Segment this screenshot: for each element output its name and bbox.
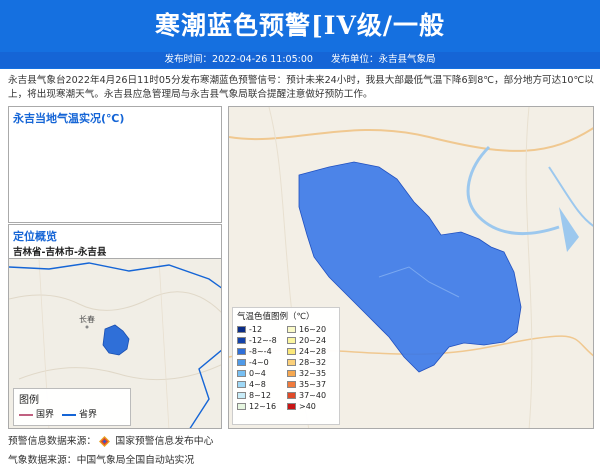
publisher: 发布单位：永吉县气象局 <box>330 54 436 65</box>
legend-swatch <box>287 347 296 355</box>
legend-item: -12~-8 <box>237 335 285 346</box>
legend-swatch <box>237 336 246 344</box>
location-panel: 定位概览 吉林省-吉林市-永吉县 <box>8 224 222 258</box>
legend-label: 4~8 <box>249 380 266 390</box>
overview-legend: 图例 国界 省界 <box>13 388 131 426</box>
legend-item: >40 <box>287 402 335 413</box>
legend-label: 28~32 <box>299 358 327 368</box>
temperature-panel: 永吉当地气温实况(℃) <box>8 106 222 223</box>
warning-title: 寒潮蓝色预警[IV级/一般 <box>154 11 446 40</box>
publish-time: 发布时间：2022-04-26 11:05:00 <box>164 54 313 65</box>
legend-provincial-border: 省界 <box>62 407 97 420</box>
city-label-changchun: 长春 <box>79 315 95 324</box>
legend-item: 32~35 <box>287 368 335 379</box>
temperature-legend-grid: -12 16~20 -12~-8 20~24 -8~-4 24~28 -4~0 28~32 0~… <box>237 324 335 412</box>
warning-source-label: 预警信息数据来源： <box>8 436 97 447</box>
warning-banner: 寒潮蓝色预警[IV级/一般 发布时间：2022-04-26 11:05:00 发… <box>0 0 600 69</box>
legend-item: 24~28 <box>287 346 335 357</box>
legend-item: 8~12 <box>237 391 285 402</box>
legend-swatch <box>287 392 296 400</box>
legend-label: -12~-8 <box>249 335 277 345</box>
legend-item: 20~24 <box>287 335 335 346</box>
legend-swatch <box>237 392 246 400</box>
temperature-panel-title: 永吉当地气温实况(℃) <box>13 112 125 125</box>
legend-swatch <box>237 370 246 378</box>
legend-item: -8~-4 <box>237 346 285 357</box>
warning-center-logo-icon <box>99 435 111 447</box>
legend-item: -12 <box>237 324 285 335</box>
location-panel-title: 定位概览 <box>13 230 57 243</box>
legend-label: -8~-4 <box>249 346 272 356</box>
legend-label: 32~35 <box>299 369 327 379</box>
legend-label: 35~37 <box>299 380 327 390</box>
warning-meta: 发布时间：2022-04-26 11:05:00 发布单位：永吉县气象局 <box>0 52 600 68</box>
overview-map[interactable]: 长春 图例 国界 省界 <box>8 258 222 429</box>
legend-label: 8~12 <box>249 391 271 401</box>
legend-item: 35~37 <box>287 379 335 390</box>
legend-label: -12 <box>249 324 263 334</box>
legend-label: 0~4 <box>249 369 266 379</box>
temperature-legend-title: 气温色值图例（℃） <box>237 312 315 322</box>
legend-swatch <box>287 370 296 378</box>
legend-swatch <box>237 347 246 355</box>
legend-label: 37~40 <box>299 391 327 401</box>
weather-source-line: 气象数据来源：中国气象局全国自动站实况 <box>8 455 195 466</box>
legend-label: 16~20 <box>299 324 327 334</box>
warning-area-map[interactable]: 气温色值图例（℃） -12 16~20 -12~-8 20~24 -8~-4 24~28-… <box>228 106 594 429</box>
legend-item: 28~32 <box>287 357 335 368</box>
legend-label: >40 <box>299 402 316 412</box>
legend-swatch <box>287 325 296 333</box>
legend-label: 20~24 <box>299 335 327 345</box>
legend-national-border: 国界 <box>19 407 54 420</box>
legend-swatch <box>237 325 246 333</box>
legend-item: -4~0 <box>237 357 285 368</box>
legend-swatch <box>237 381 246 389</box>
legend-label: -4~0 <box>249 358 269 368</box>
legend-item: 16~20 <box>287 324 335 335</box>
location-path: 吉林省-吉林市-永吉县 <box>13 247 107 258</box>
legend-swatch <box>287 336 296 344</box>
legend-item: 0~4 <box>237 368 285 379</box>
legend-item: 4~8 <box>237 379 285 390</box>
legend-swatch <box>287 381 296 389</box>
legend-swatch <box>237 359 246 367</box>
legend-swatch <box>287 403 296 411</box>
legend-label: 24~28 <box>299 346 327 356</box>
warning-source-name: 国家预警信息发布中心 <box>115 436 214 447</box>
temperature-legend: 气温色值图例（℃） -12 16~20 -12~-8 20~24 -8~-4 24~28-… <box>232 307 340 425</box>
legend-swatch <box>287 359 296 367</box>
legend-item: 37~40 <box>287 391 335 402</box>
legend-item: 12~16 <box>237 402 285 413</box>
legend-swatch <box>237 403 246 411</box>
warning-source-line: 预警信息数据来源： 国家预警信息发布中心 <box>8 433 213 447</box>
warning-description: 永吉县气象台2022年4月26日11时05分发布寒潮蓝色预警信号：预计未来24小… <box>8 75 594 100</box>
overview-legend-title: 图例 <box>19 395 39 406</box>
legend-label: 12~16 <box>249 402 277 412</box>
